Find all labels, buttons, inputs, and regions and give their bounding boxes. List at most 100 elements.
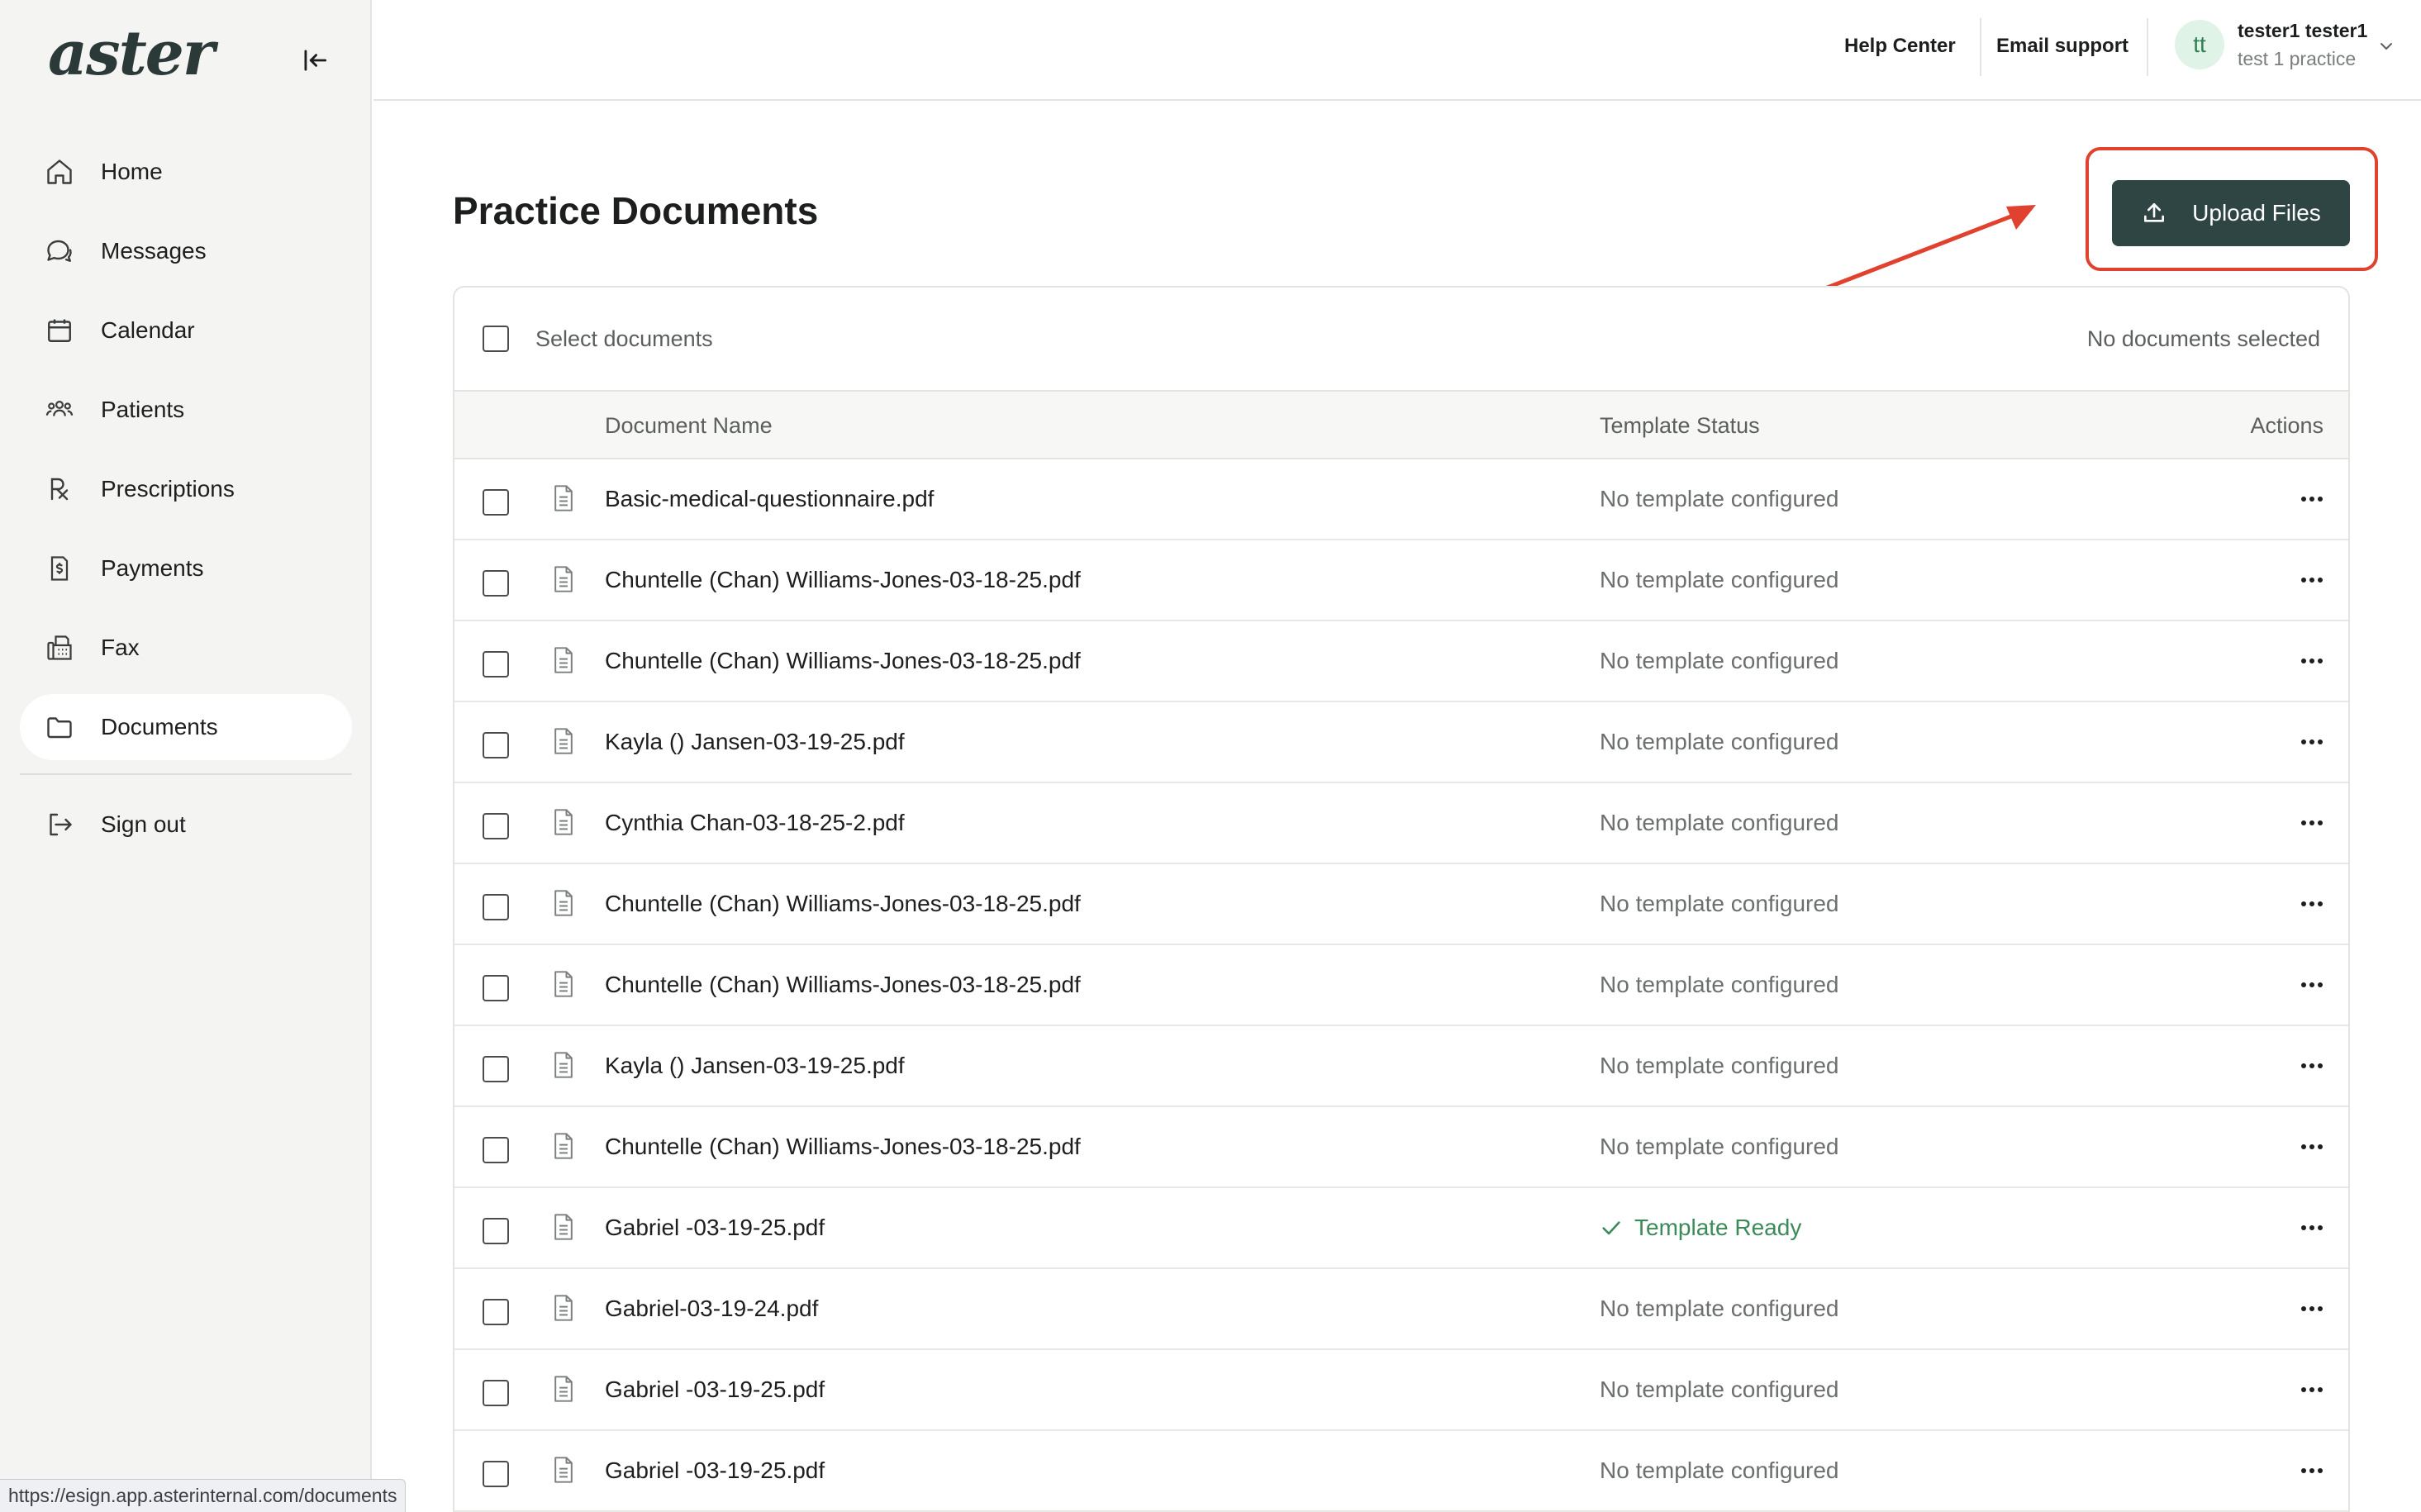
more-actions-icon[interactable] [2295, 1132, 2328, 1162]
upload-files-button[interactable]: Upload Files [2112, 180, 2350, 246]
payments-icon [43, 552, 76, 585]
more-actions-icon[interactable] [2295, 1051, 2328, 1081]
sign-out-button[interactable]: Sign out [20, 792, 352, 858]
row-checkbox[interactable] [483, 1299, 509, 1325]
more-actions-icon[interactable] [2295, 565, 2328, 595]
document-name[interactable]: Gabriel -03-19-25.pdf [605, 1376, 825, 1403]
help-center-link[interactable]: Help Center [1844, 35, 1956, 58]
template-status: No template configured [1600, 486, 1839, 512]
table-row[interactable]: Chuntelle (Chan) Williams-Jones-03-18-25… [454, 945, 2348, 1026]
template-status-label: No template configured [1600, 1457, 1839, 1483]
more-actions-icon[interactable] [2295, 970, 2328, 1000]
more-actions-icon[interactable] [2295, 1456, 2328, 1486]
more-actions-icon[interactable] [2295, 889, 2328, 919]
aster-logo[interactable]: aster [48, 18, 215, 89]
template-status-label: Template Ready [1634, 1215, 1802, 1240]
more-actions-icon[interactable] [2295, 1213, 2328, 1243]
row-checkbox[interactable] [483, 732, 509, 758]
table-row[interactable]: Gabriel -03-19-25.pdf Template Ready [454, 1188, 2348, 1269]
row-checkbox[interactable] [483, 570, 509, 597]
user-name[interactable]: tester1 tester1 [2238, 20, 2367, 42]
column-header-status[interactable]: Template Status [1600, 413, 1760, 439]
template-status: No template configured [1600, 1457, 1839, 1484]
email-support-link[interactable]: Email support [1996, 35, 2128, 58]
document-name[interactable]: Chuntelle (Chan) Williams-Jones-03-18-25… [605, 648, 1081, 674]
sidebar-item-prescriptions[interactable]: Prescriptions [20, 456, 352, 522]
row-checkbox[interactable] [483, 489, 509, 516]
more-actions-icon[interactable] [2295, 646, 2328, 676]
more-actions-icon[interactable] [2295, 1375, 2328, 1405]
sidebar-item-fax[interactable]: Fax [20, 615, 352, 681]
more-actions-icon[interactable] [2295, 808, 2328, 838]
selection-bar: Select documents No documents selected [454, 288, 2348, 392]
document-name[interactable]: Kayla () Jansen-03-19-25.pdf [605, 1053, 905, 1079]
table-row[interactable]: Basic-medical-questionnaire.pdf No templa… [454, 459, 2348, 540]
template-status: No template configured [1600, 729, 1839, 755]
document-name[interactable]: Chuntelle (Chan) Williams-Jones-03-18-25… [605, 1134, 1081, 1160]
document-name[interactable]: Chuntelle (Chan) Williams-Jones-03-18-25… [605, 972, 1081, 998]
file-icon [552, 727, 575, 755]
row-checkbox[interactable] [483, 651, 509, 678]
sidebar-item-patients[interactable]: Patients [20, 377, 352, 443]
row-checkbox[interactable] [483, 1461, 509, 1487]
home-icon [43, 155, 76, 188]
row-checkbox[interactable] [483, 975, 509, 1001]
table-row[interactable]: Chuntelle (Chan) Williams-Jones-03-18-25… [454, 621, 2348, 702]
document-name[interactable]: Kayla () Jansen-03-19-25.pdf [605, 729, 905, 755]
sidebar-item-payments[interactable]: Payments [20, 535, 352, 601]
template-status-label: No template configured [1600, 810, 1839, 835]
table-row[interactable]: Chuntelle (Chan) Williams-Jones-03-18-25… [454, 864, 2348, 945]
avatar[interactable]: tt [2175, 20, 2224, 69]
select-all-checkbox[interactable] [483, 326, 509, 352]
document-name[interactable]: Gabriel -03-19-25.pdf [605, 1215, 825, 1241]
row-checkbox[interactable] [483, 1056, 509, 1082]
document-name[interactable]: Gabriel-03-19-24.pdf [605, 1296, 818, 1322]
file-icon [552, 1132, 575, 1160]
selection-status: No documents selected [2086, 326, 2320, 351]
document-name[interactable]: Cynthia Chan-03-18-25-2.pdf [605, 810, 905, 836]
table-row[interactable]: Chuntelle (Chan) Williams-Jones-03-18-25… [454, 1107, 2348, 1188]
table-row[interactable]: Chuntelle (Chan) Williams-Jones-03-18-25… [454, 540, 2348, 621]
table-row[interactable]: Cynthia Chan-03-18-25-2.pdf No template c… [454, 783, 2348, 864]
collapse-sidebar-icon[interactable] [299, 45, 331, 76]
sidebar-item-label: Prescriptions [101, 476, 235, 502]
sidebar-item-documents[interactable]: Documents [20, 694, 352, 760]
template-status-label: No template configured [1600, 972, 1839, 997]
template-status: No template configured [1600, 810, 1839, 836]
more-actions-icon[interactable] [2295, 727, 2328, 757]
table-row[interactable]: Gabriel -03-19-25.pdf No template configu… [454, 1431, 2348, 1512]
table-row[interactable]: Gabriel -03-19-25.pdf No template configu… [454, 1350, 2348, 1431]
sidebar-item-home[interactable]: Home [20, 139, 352, 205]
prescription-icon [43, 473, 76, 506]
chevron-down-icon[interactable] [2376, 36, 2396, 56]
row-checkbox[interactable] [483, 813, 509, 839]
more-actions-icon[interactable] [2295, 1294, 2328, 1324]
document-name[interactable]: Chuntelle (Chan) Williams-Jones-03-18-25… [605, 567, 1081, 593]
document-name[interactable]: Chuntelle (Chan) Williams-Jones-03-18-25… [605, 891, 1081, 917]
row-checkbox[interactable] [483, 1218, 509, 1244]
user-practice: test 1 practice [2238, 48, 2357, 69]
column-header-name[interactable]: Document Name [605, 413, 773, 439]
template-status: No template configured [1600, 1053, 1839, 1079]
template-status: No template configured [1600, 1376, 1839, 1403]
template-status-label: No template configured [1600, 1134, 1839, 1159]
document-name[interactable]: Basic-medical-questionnaire.pdf [605, 486, 934, 512]
template-status: No template configured [1600, 567, 1839, 593]
folder-icon [43, 711, 76, 744]
row-checkbox[interactable] [483, 1137, 509, 1163]
more-actions-icon[interactable] [2295, 484, 2328, 514]
sidebar-item-label: Payments [101, 555, 204, 581]
sidebar-item-calendar[interactable]: Calendar [20, 297, 352, 364]
template-status-label: No template configured [1600, 567, 1839, 592]
sidebar-item-messages[interactable]: Messages [20, 218, 352, 284]
table-row[interactable]: Kayla () Jansen-03-19-25.pdf No template … [454, 702, 2348, 783]
row-checkbox[interactable] [483, 894, 509, 920]
file-icon [552, 646, 575, 674]
table-row[interactable]: Kayla () Jansen-03-19-25.pdf No template … [454, 1026, 2348, 1107]
status-bar-url: https://esign.app.asterinternal.com/docu… [0, 1479, 407, 1512]
table-row[interactable]: Gabriel-03-19-24.pdf No template configur… [454, 1269, 2348, 1350]
document-name[interactable]: Gabriel -03-19-25.pdf [605, 1457, 825, 1484]
row-checkbox[interactable] [483, 1380, 509, 1406]
sidebar: aster Home Messages Calendar Patients Pr… [0, 0, 407, 1512]
sign-out-label: Sign out [101, 811, 186, 837]
